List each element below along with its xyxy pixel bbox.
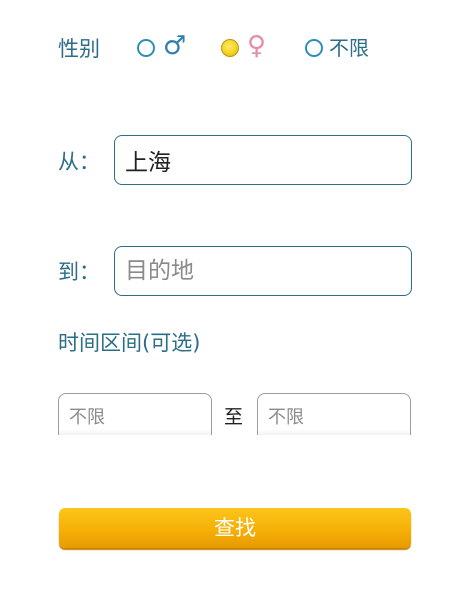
destination-input[interactable] xyxy=(114,246,412,296)
male-symbol-icon[interactable]: ♂ xyxy=(163,33,186,59)
time-range-separator: 至 xyxy=(224,406,244,428)
female-symbol-icon[interactable]: ♀ xyxy=(247,33,266,59)
gender-any-radio[interactable] xyxy=(305,39,323,57)
gender-label: 性别 xyxy=(58,37,100,61)
gender-row: 性别 ♂ ♀ 不限 xyxy=(0,30,464,66)
gender-female-radio[interactable] xyxy=(221,39,239,57)
search-button[interactable]: 查找 xyxy=(59,508,411,548)
gender-any-label[interactable]: 不限 xyxy=(329,36,369,60)
to-label: 到： xyxy=(58,260,100,284)
from-input[interactable] xyxy=(114,135,412,185)
end-time-input[interactable] xyxy=(257,393,411,435)
from-label: 从： xyxy=(58,150,100,174)
time-range-label: 时间区间(可选) xyxy=(58,331,201,355)
gender-male-radio[interactable] xyxy=(137,39,155,57)
start-time-input[interactable] xyxy=(58,393,212,435)
